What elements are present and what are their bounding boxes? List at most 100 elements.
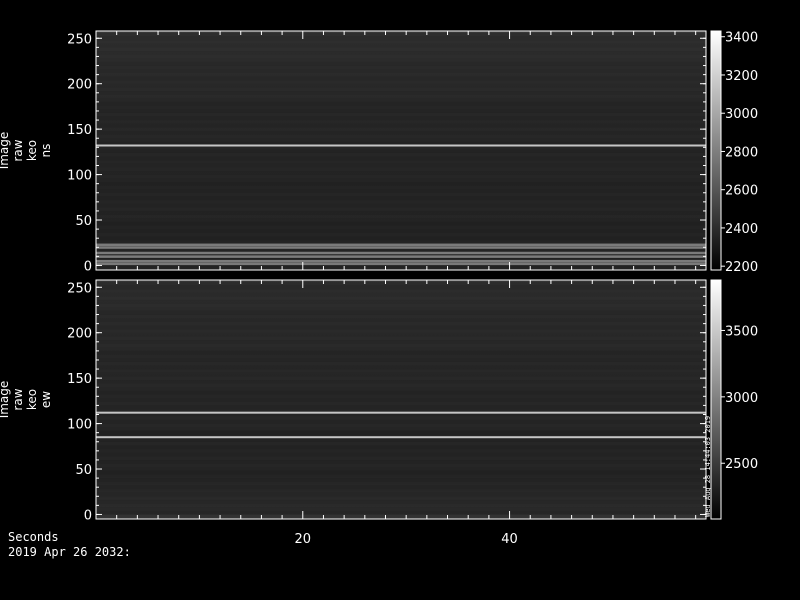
heatmap-row xyxy=(96,325,706,330)
heatmap-row xyxy=(96,459,706,464)
heatmap-row xyxy=(96,50,706,55)
heatmap-row xyxy=(96,441,706,446)
heatmap-row xyxy=(96,167,706,172)
heatmap-row xyxy=(96,43,706,48)
y-tick-label: 250 xyxy=(67,32,92,47)
heatmap-row xyxy=(96,87,706,92)
heatmap-row xyxy=(96,32,706,37)
y-axis-label: keo xyxy=(25,140,39,161)
heatmap-row xyxy=(96,58,706,62)
heatmap-row xyxy=(96,332,706,337)
heatmap-row xyxy=(96,489,706,493)
heatmap-row xyxy=(96,369,706,373)
panel-ns: 0 50 100 150 200 250 Image raw keo ns 2200 2400 2600… xyxy=(0,30,758,275)
timestamp-annotation: Wed Aug 28 14:44:03 2019 xyxy=(704,416,712,517)
heatmap-row xyxy=(96,214,706,219)
heatmap-row xyxy=(96,285,706,290)
heatmap-row xyxy=(96,299,706,304)
heatmap-row xyxy=(96,496,706,501)
heatmap-row xyxy=(96,383,706,388)
heatmap-row xyxy=(96,314,706,319)
heatmap-row xyxy=(96,474,706,479)
heatmap-row xyxy=(96,112,706,117)
heatmap-row xyxy=(96,109,706,113)
heatmap-row xyxy=(96,358,706,362)
y-tick-label: 50 xyxy=(75,214,92,229)
x-tick-label: 20 xyxy=(295,532,312,547)
colorbar-tick-label: 2200 xyxy=(725,260,758,275)
colorbar-tick-label: 3500 xyxy=(725,324,758,339)
heatmap-row xyxy=(96,98,706,102)
heatmap-row xyxy=(96,398,706,402)
heatmap-row xyxy=(96,83,706,88)
heatmap-row xyxy=(96,470,706,475)
panel-ew: 0 50 100 150 200 250 20 40 Image raw keo ew 2500 3000… xyxy=(0,279,758,547)
heatmap-row xyxy=(96,336,706,341)
colorbar-tick-label: 3000 xyxy=(725,391,758,406)
heatmap-row xyxy=(96,456,706,461)
colorbar-tick-label: 2400 xyxy=(725,222,758,237)
bright-row xyxy=(96,246,706,249)
y-tick-label: 100 xyxy=(67,169,92,184)
heatmap-row xyxy=(96,185,706,190)
heatmap-row xyxy=(96,160,706,164)
heatmap-row xyxy=(96,354,706,359)
y-tick-label: 250 xyxy=(67,281,92,296)
heatmap-row xyxy=(96,365,706,370)
heatmap-row xyxy=(96,130,706,135)
y-axis-label: raw xyxy=(11,139,25,161)
bright-row xyxy=(96,144,706,147)
date-label: 2019 Apr 26 2032: xyxy=(8,545,131,559)
heatmap-row xyxy=(96,221,706,226)
heatmap-row xyxy=(96,80,706,84)
y-tick-label: 150 xyxy=(67,372,92,387)
heatmap-row xyxy=(96,134,706,139)
heatmap-row xyxy=(96,318,706,322)
bright-row xyxy=(96,411,706,414)
heatmap-row xyxy=(96,449,706,453)
heatmap-row xyxy=(96,321,706,326)
heatmap-row xyxy=(96,240,706,244)
heatmap-row xyxy=(96,343,706,348)
heatmap-row xyxy=(96,485,706,490)
heatmap-row xyxy=(96,307,706,311)
heatmap-row xyxy=(96,181,706,186)
heatmap-row xyxy=(96,430,706,435)
bright-row xyxy=(96,255,706,258)
heatmap-row xyxy=(96,510,706,515)
heatmap-row xyxy=(96,503,706,508)
heatmap-row xyxy=(96,65,706,70)
heatmap-row xyxy=(96,347,706,351)
x-axis-label: Seconds xyxy=(8,530,59,544)
heatmap-row xyxy=(96,123,706,128)
heatmap-row xyxy=(96,170,706,175)
heatmap-row xyxy=(96,94,706,99)
heatmap-row xyxy=(96,281,706,286)
colorbar-tick-label: 2800 xyxy=(725,145,758,160)
colorbar-tick-label: 3400 xyxy=(725,31,758,46)
colorbar xyxy=(711,280,721,519)
heatmap-row xyxy=(96,394,706,399)
y-tick-label: 100 xyxy=(67,418,92,433)
heatmap-row xyxy=(96,189,706,193)
heatmap-row xyxy=(96,372,706,377)
heatmap-row xyxy=(96,350,706,355)
bright-row xyxy=(96,259,706,263)
heatmap-row xyxy=(96,419,706,424)
y-tick-label: 50 xyxy=(75,463,92,478)
y-tick-label: 0 xyxy=(84,259,92,274)
heatmap-row xyxy=(96,149,706,153)
heatmap-row xyxy=(96,174,706,179)
heatmap-row xyxy=(96,218,706,222)
heatmap-row xyxy=(96,478,706,482)
heatmap-row xyxy=(96,156,706,161)
bright-row xyxy=(96,262,706,266)
heatmap-row xyxy=(96,416,706,421)
heatmap-row xyxy=(96,76,706,81)
heatmap-row xyxy=(96,405,706,410)
heatmap-row xyxy=(96,105,706,110)
heatmap-row xyxy=(96,467,706,471)
y-axis-label: ew xyxy=(39,391,53,408)
heatmap-row xyxy=(96,54,706,59)
heatmap-row xyxy=(96,200,706,204)
